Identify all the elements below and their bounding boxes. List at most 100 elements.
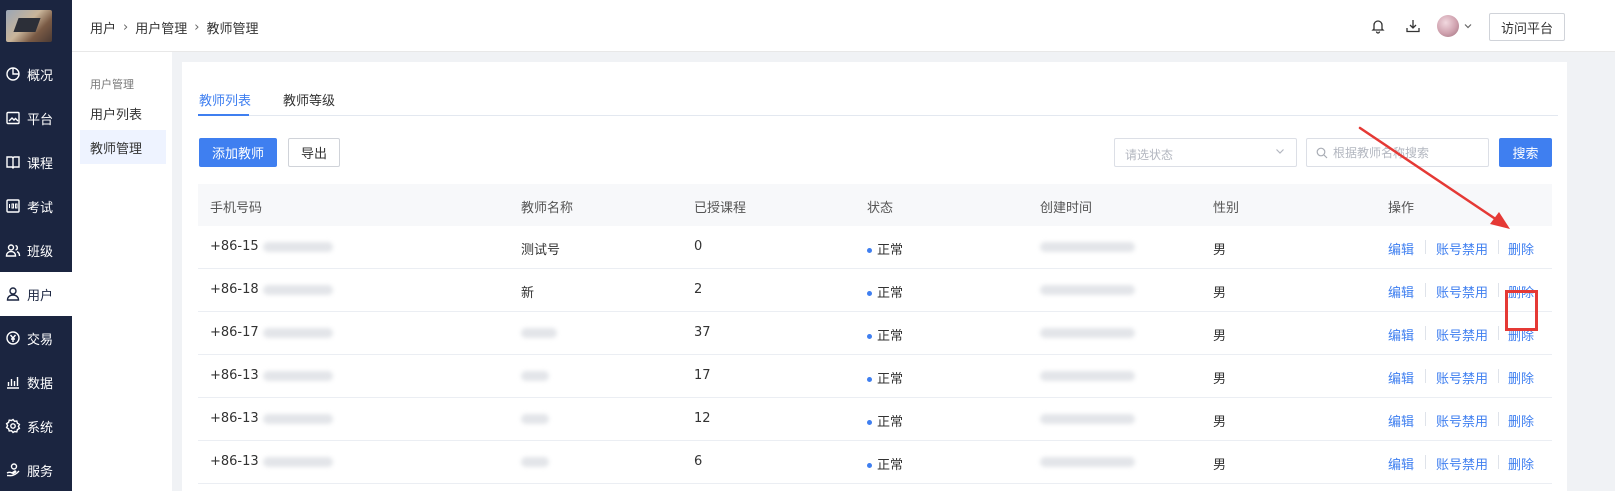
sidebar-item-overview[interactable]: 概况 [0, 52, 72, 96]
cell-courses: 0 [694, 239, 703, 254]
gear-icon [4, 417, 22, 435]
bell-icon[interactable] [1369, 17, 1387, 35]
edit-link[interactable]: 编辑 [1388, 239, 1414, 258]
annotation-highlight-box [1505, 290, 1538, 331]
redacted-text [262, 413, 333, 424]
cell-created [1040, 454, 1135, 469]
cell-name [521, 411, 549, 426]
cell-status: 正常 [867, 325, 903, 344]
sidebar-item-trade[interactable]: 交易 [0, 316, 72, 360]
search-button[interactable]: 搜索 [1499, 138, 1552, 167]
export-button[interactable]: 导出 [288, 138, 340, 167]
disable-account-link[interactable]: 账号禁用 [1436, 282, 1488, 301]
sub-sidebar: 用户管理 用户列表 教师管理 [72, 52, 172, 491]
status-select[interactable]: 请选状态 [1114, 138, 1297, 167]
cell-courses: 17 [694, 368, 711, 383]
cell-gender: 男 [1213, 286, 1227, 301]
search-icon [1316, 147, 1328, 159]
column-header-phone: 手机号码 [210, 201, 263, 216]
tab-teacher-list[interactable]: 教师列表 [199, 90, 251, 109]
add-teacher-button[interactable]: 添加教师 [199, 138, 277, 167]
status-dot [867, 334, 872, 339]
download-icon[interactable] [1404, 17, 1422, 35]
chevron-down-icon[interactable] [1463, 20, 1473, 35]
subnav-item-teacher-manage[interactable]: 教师管理 [80, 130, 166, 164]
redacted-text [1040, 327, 1135, 338]
edit-link[interactable]: 编辑 [1388, 454, 1414, 473]
visit-platform-button[interactable]: 访问平台 [1489, 13, 1565, 41]
divider [1425, 283, 1426, 297]
sidebar-item-service[interactable]: 服务 [0, 448, 72, 491]
divider [1498, 283, 1499, 297]
cell-phone: +86-13 [210, 411, 333, 426]
edit-link[interactable]: 编辑 [1388, 325, 1414, 344]
breadcrumb-item[interactable]: 用户 [90, 18, 116, 37]
chevron-down-icon [1274, 145, 1286, 161]
column-header-actions: 操作 [1388, 201, 1415, 216]
main-sidebar: 概况 平台 课程 考试 班级 用户 交易 数据 系统 服务 [0, 0, 72, 491]
sidebar-item-label: 交易 [27, 332, 54, 348]
disable-account-link[interactable]: 账号禁用 [1436, 368, 1488, 387]
breadcrumb-item[interactable]: 用户管理 [135, 18, 187, 37]
table-row: +86-13 17 正常 男 编辑 账号禁用 删除 [198, 355, 1552, 398]
sidebar-item-user[interactable]: 用户 [0, 272, 72, 316]
app-logo[interactable] [6, 10, 52, 42]
sidebar-item-label: 课程 [27, 156, 54, 172]
divider [1425, 369, 1426, 383]
redacted-text [262, 370, 333, 381]
disable-account-link[interactable]: 账号禁用 [1436, 325, 1488, 344]
tab-teacher-level[interactable]: 教师等级 [283, 90, 335, 109]
delete-link[interactable]: 删除 [1508, 411, 1534, 430]
sidebar-item-class[interactable]: 班级 [0, 228, 72, 272]
sidebar-item-exam[interactable]: 考试 [0, 184, 72, 228]
edit-link[interactable]: 编辑 [1388, 411, 1414, 430]
cell-gender: 男 [1213, 329, 1227, 344]
disable-account-link[interactable]: 账号禁用 [1436, 454, 1488, 473]
redacted-text [262, 241, 333, 252]
column-header-name: 教师名称 [521, 201, 574, 216]
chevron-right-icon: › [194, 20, 200, 35]
redacted-text [1040, 241, 1135, 252]
table-row: +86-13 6 正常 男 编辑 账号禁用 删除 [198, 441, 1552, 484]
tab-divider [198, 115, 1558, 116]
disable-account-link[interactable]: 账号禁用 [1436, 411, 1488, 430]
sidebar-item-course[interactable]: 课程 [0, 140, 72, 184]
sidebar-item-system[interactable]: 系统 [0, 404, 72, 448]
divider [1498, 455, 1499, 469]
user-icon [4, 285, 22, 303]
redacted-text [262, 456, 333, 467]
cell-name [521, 368, 549, 383]
cell-created [1040, 325, 1135, 340]
divider [1425, 326, 1426, 340]
cell-name [521, 454, 549, 469]
redacted-text [521, 456, 549, 467]
table-header: 手机号码 教师名称 已授课程 状态 创建时间 性别 操作 [198, 184, 1552, 226]
avatar[interactable] [1437, 15, 1459, 37]
status-dot [867, 291, 872, 296]
sidebar-item-platform[interactable]: 平台 [0, 96, 72, 140]
cell-gender: 男 [1213, 415, 1227, 430]
search-input[interactable] [1333, 145, 1483, 160]
delete-link[interactable]: 删除 [1508, 368, 1534, 387]
sub-sidebar-title: 用户管理 [90, 78, 134, 91]
cell-phone: +86-17 [210, 325, 333, 340]
sidebar-item-data[interactable]: 数据 [0, 360, 72, 404]
edit-link[interactable]: 编辑 [1388, 368, 1414, 387]
edit-link[interactable]: 编辑 [1388, 282, 1414, 301]
subnav-item-user-list[interactable]: 用户列表 [80, 96, 166, 130]
cell-courses: 37 [694, 325, 711, 340]
chevron-right-icon: › [123, 20, 129, 35]
disable-account-link[interactable]: 账号禁用 [1436, 239, 1488, 258]
table-row: +86-18 新 2 正常 男 编辑 账号禁用 删除 [198, 269, 1552, 312]
teacher-search-box[interactable] [1306, 138, 1489, 167]
exam-score-icon [4, 197, 22, 215]
redacted-text [262, 327, 333, 338]
cell-name [521, 325, 557, 340]
service-icon [4, 461, 22, 479]
delete-link[interactable]: 删除 [1508, 239, 1534, 258]
table-row: +86-13 12 正常 男 编辑 账号禁用 删除 [198, 398, 1552, 441]
cell-created [1040, 282, 1135, 297]
column-header-gender: 性别 [1213, 201, 1240, 216]
delete-link[interactable]: 删除 [1508, 454, 1534, 473]
subnav-item-label: 用户列表 [90, 107, 143, 123]
